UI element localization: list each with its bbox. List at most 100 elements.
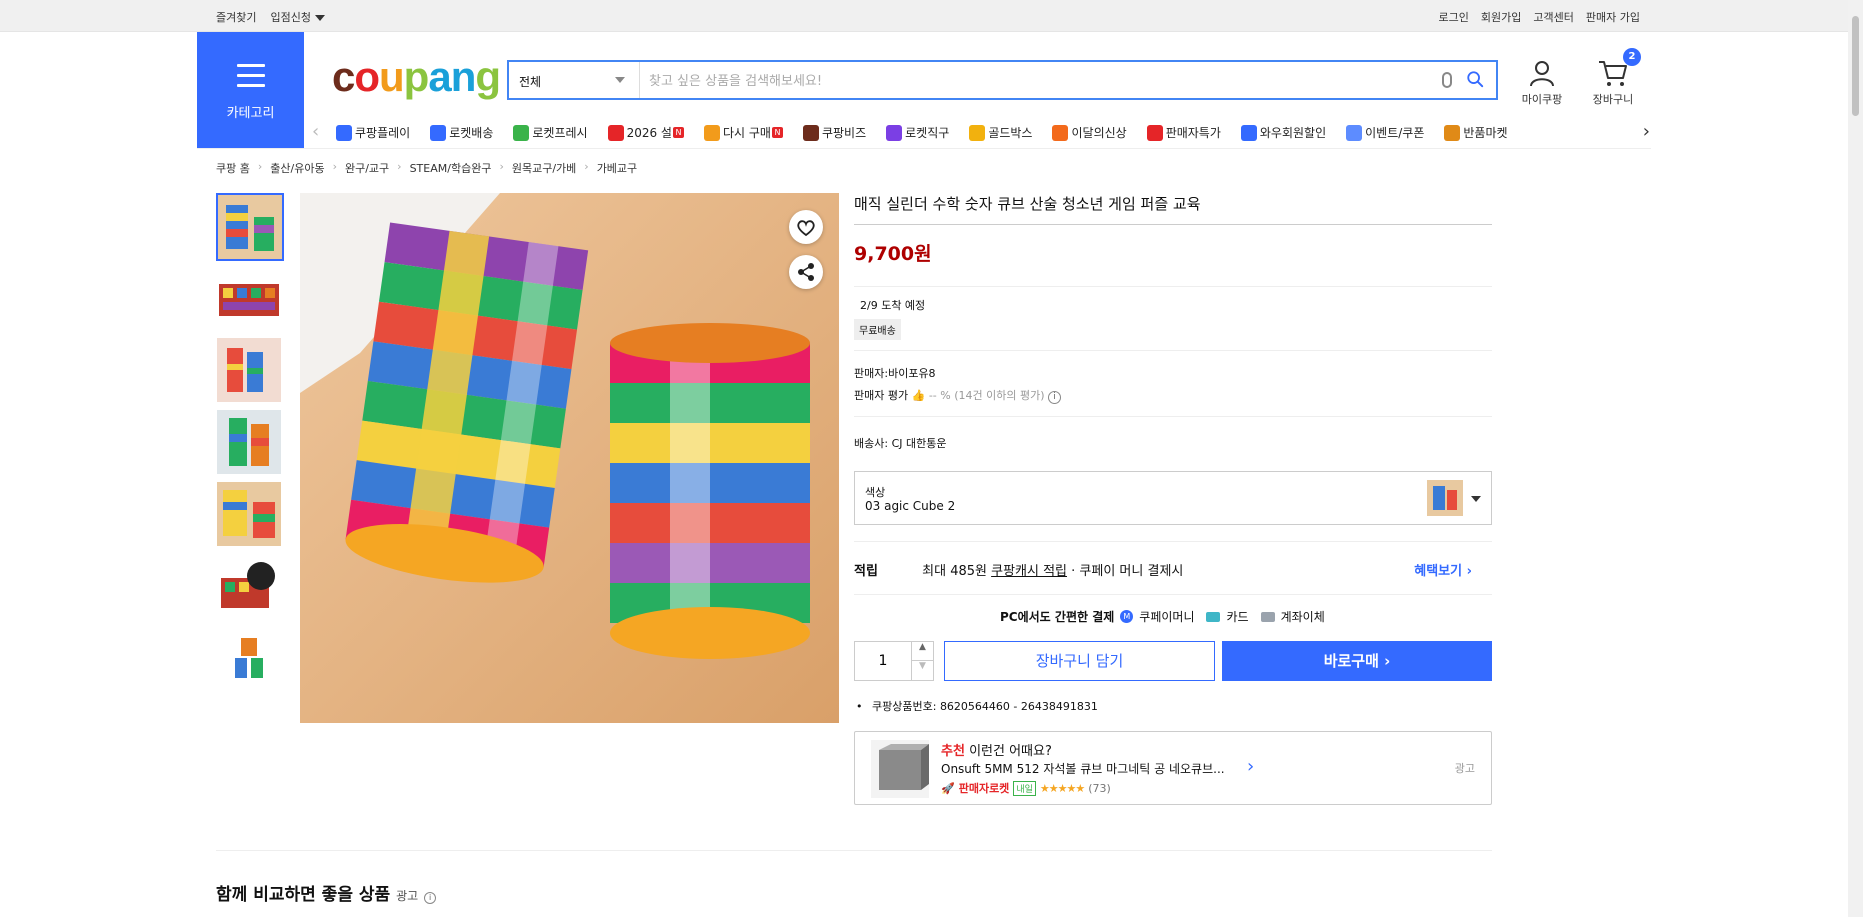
thumbnail-7[interactable] bbox=[216, 625, 284, 693]
search-icon[interactable] bbox=[1466, 70, 1484, 88]
seller-rating-label: 판매자 평가 bbox=[854, 389, 909, 402]
share-icon bbox=[798, 263, 814, 281]
nav-item-12[interactable]: 반품마켓 bbox=[1444, 124, 1508, 141]
recommend-item-name[interactable]: Onsuft 5MM 512 자석볼 큐브 마그네틱 공 네오큐브... bbox=[941, 760, 1231, 777]
mycoupang-button[interactable]: 마이쿠팡 bbox=[1517, 58, 1567, 107]
breadcrumb-separator-icon: › bbox=[257, 160, 263, 173]
search-scope-value: 전체 bbox=[519, 75, 542, 89]
option-thumbnail bbox=[1427, 480, 1463, 516]
section-divider bbox=[216, 850, 1492, 851]
breadcrumb-item[interactable]: STEAM/학습완구 bbox=[410, 160, 492, 176]
pay-method-card: 카드 bbox=[1226, 610, 1249, 624]
nav-item-11[interactable]: 이벤트/쿠폰 bbox=[1346, 124, 1424, 141]
signup-link[interactable]: 회원가입 bbox=[1481, 9, 1521, 25]
thumbnail-4[interactable] bbox=[216, 409, 284, 477]
top-utility-bar: 즐겨찾기 입점신청 로그인 회원가입 고객센터 판매자 가입 bbox=[0, 0, 1848, 32]
product-photo bbox=[300, 193, 839, 723]
nav-item-label: 쿠팡플레이 bbox=[355, 126, 411, 140]
option-value: 03 agic Cube 2 bbox=[865, 499, 956, 513]
thumbnail-list bbox=[216, 193, 284, 697]
benefit-link[interactable]: 혜택보기 › bbox=[1414, 560, 1472, 579]
reward-row: 적립 최대 485원 쿠팡캐시 적립 · 쿠페이 머니 결제시 혜택보기 › bbox=[854, 560, 1492, 579]
customer-center-link[interactable]: 고객센터 bbox=[1533, 9, 1573, 25]
wishlist-button[interactable] bbox=[789, 210, 823, 244]
coupang-cash-link[interactable]: 쿠팡캐시 적립 bbox=[991, 564, 1067, 579]
quantity-increase-button[interactable]: ▲ bbox=[911, 642, 933, 661]
category-label: 카테고리 bbox=[226, 106, 275, 121]
bank-icon bbox=[1260, 611, 1275, 622]
bookmark-link[interactable]: 즐겨찾기 bbox=[216, 9, 256, 25]
pay-method-bank: 계좌이체 bbox=[1280, 610, 1325, 624]
quantity-decrease-button[interactable]: ▼ bbox=[911, 661, 933, 680]
nav-item-0[interactable]: 쿠팡플레이 bbox=[336, 124, 410, 141]
thumbnail-6[interactable] bbox=[216, 553, 284, 621]
nav-item-label: 로켓배송 bbox=[449, 126, 494, 140]
nav-item-label: 이달의신상 bbox=[1071, 126, 1127, 140]
seller-signup-link[interactable]: 판매자 가입 bbox=[1586, 9, 1640, 25]
search-input[interactable] bbox=[649, 70, 1409, 92]
thumbnail-2[interactable] bbox=[216, 265, 284, 333]
nav-item-10[interactable]: 와우회원할인 bbox=[1240, 124, 1326, 141]
arrival-date: 2/9 도착 예정 bbox=[860, 299, 926, 312]
main-product-image[interactable] bbox=[300, 193, 839, 723]
pay-method-coupay: 쿠페이머니 bbox=[1139, 610, 1195, 624]
courier-name: CJ 대한통운 bbox=[891, 437, 947, 450]
new-badge: N bbox=[672, 127, 684, 138]
delivery-tag: 내일 bbox=[1013, 780, 1036, 796]
info-icon[interactable]: i bbox=[424, 892, 437, 904]
seller-rating-row: 판매자 평가 👍 -- % (14건 이하의 평가) i bbox=[854, 387, 1492, 404]
nav-item-6[interactable]: 로켓직구 bbox=[886, 124, 949, 141]
breadcrumb-item[interactable]: 출산/유아동 bbox=[270, 160, 324, 176]
category-button[interactable]: 카테고리 bbox=[197, 32, 304, 148]
nav-item-8[interactable]: 이달의신상 bbox=[1052, 124, 1127, 141]
nav-item-1[interactable]: 로켓배송 bbox=[430, 124, 493, 141]
buy-now-button[interactable]: 바로구매 › bbox=[1222, 641, 1492, 681]
nav-item-label: 이벤트/쿠폰 bbox=[1365, 126, 1425, 140]
nav-item-5[interactable]: 쿠팡비즈 bbox=[802, 124, 866, 141]
recommend-product-image bbox=[871, 740, 929, 798]
product-number-row: • 쿠팡상품번호: 8620564460 - 26438491831 bbox=[856, 700, 1098, 713]
product-number-value: 8620564460 - 26438491831 bbox=[939, 700, 1098, 713]
nav-item-7[interactable]: 골드박스 bbox=[969, 124, 1032, 141]
add-to-cart-button[interactable]: 장바구니 담기 bbox=[944, 641, 1215, 681]
share-button[interactable] bbox=[789, 255, 823, 289]
scrollbar-thumb[interactable] bbox=[1852, 16, 1859, 116]
nav-item-4[interactable]: 다시 구매 N bbox=[703, 124, 783, 141]
breadcrumb-separator-icon: › bbox=[397, 160, 402, 173]
seller-apply-link[interactable]: 입점신청 bbox=[270, 9, 325, 25]
coupang-logo[interactable]: coupang bbox=[332, 52, 501, 102]
buy-now-label: 바로구매 bbox=[1323, 652, 1379, 670]
cart-label: 장바구니 bbox=[1592, 93, 1634, 106]
reward-label: 적립 bbox=[854, 564, 878, 579]
category-nav: ‹ 쿠팡플레이 로켓배송 로켓프레시 2026 설 N 다시 구매 N 쿠팡비즈 로켓직구 골드박… bbox=[310, 120, 1650, 146]
nav-items: 쿠팡플레이 로켓배송 로켓프레시 2026 설 N 다시 구매 N 쿠팡비즈 로켓직구 골드박스 이… bbox=[336, 124, 1528, 141]
nav-item-3[interactable]: 2026 설N bbox=[607, 124, 684, 141]
coupon-icon bbox=[1346, 124, 1363, 141]
thumbnail-1[interactable] bbox=[216, 193, 284, 261]
quantity-input[interactable] bbox=[855, 642, 911, 680]
option-select[interactable]: 색상 03 agic Cube 2 bbox=[854, 471, 1492, 525]
chevron-down-icon bbox=[1471, 496, 1481, 502]
search-scope-select[interactable]: 전체 bbox=[509, 62, 640, 98]
new-badge: N bbox=[771, 127, 783, 138]
rebuy-icon bbox=[703, 124, 720, 141]
chevron-right-icon[interactable]: › bbox=[1643, 122, 1650, 142]
rating-stars: ★★★★★ bbox=[1039, 781, 1085, 795]
breadcrumb-item[interactable]: 가베교구 bbox=[597, 160, 637, 176]
nav-item-2[interactable]: 로켓프레시 bbox=[513, 124, 588, 141]
breadcrumb-item[interactable]: 원목교구/가베 bbox=[512, 160, 576, 176]
thumbnail-3[interactable] bbox=[216, 337, 284, 405]
breadcrumb-item[interactable]: 쿠팡 홈 bbox=[216, 160, 250, 176]
recommendation-card[interactable]: 추천 이런건 어때요? Onsuft 5MM 512 자석볼 큐브 마그네틱 공… bbox=[854, 731, 1492, 805]
ad-label: 광고 bbox=[1454, 762, 1475, 775]
chevron-right-icon[interactable]: › bbox=[1247, 756, 1254, 777]
breadcrumb-item[interactable]: 완구/교구 bbox=[345, 160, 389, 176]
microphone-icon[interactable] bbox=[1442, 72, 1452, 88]
seller-name[interactable]: 바이포유8 bbox=[888, 367, 935, 380]
info-icon[interactable]: i bbox=[1048, 391, 1061, 404]
page-scrollbar[interactable] bbox=[1848, 0, 1863, 917]
chevron-left-icon[interactable]: ‹ bbox=[312, 122, 319, 142]
login-link[interactable]: 로그인 bbox=[1439, 9, 1469, 25]
thumbnail-5[interactable] bbox=[216, 481, 284, 549]
nav-item-9[interactable]: 판매자특가 bbox=[1146, 124, 1221, 141]
